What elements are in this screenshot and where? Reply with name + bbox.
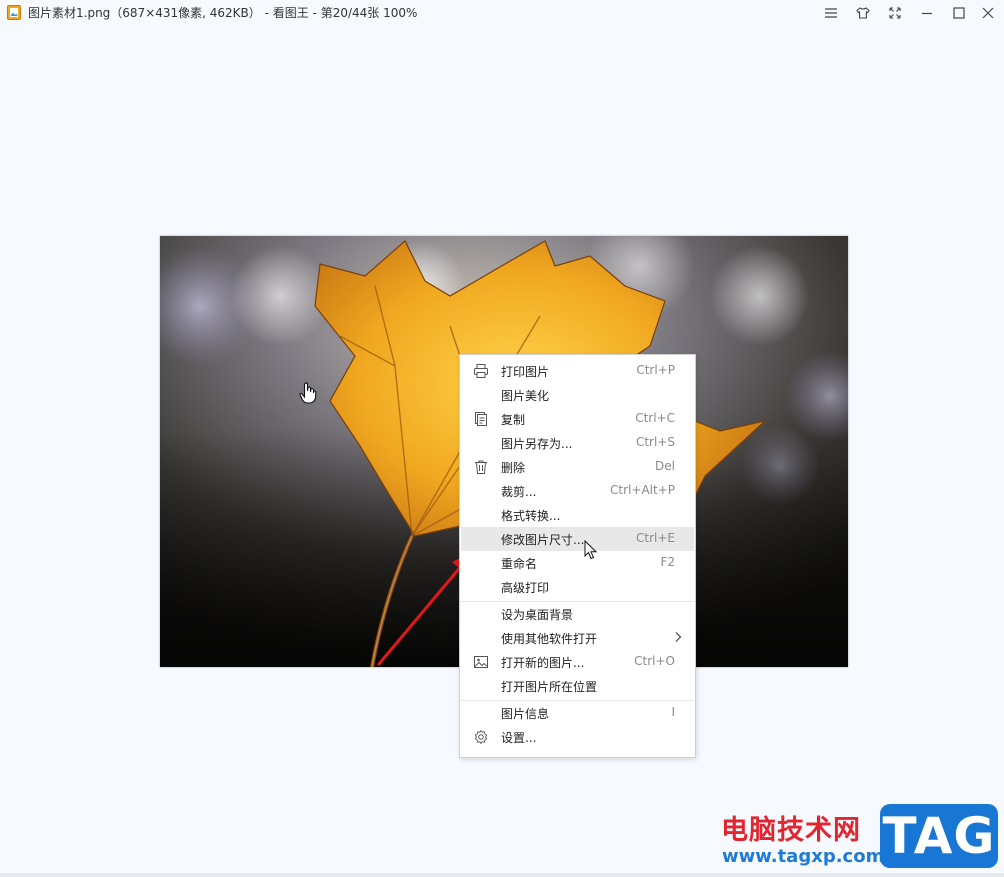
mouse-pointer-icon bbox=[584, 539, 598, 565]
menu-icon[interactable] bbox=[815, 0, 847, 26]
title-bar: 图片素材1.png（687×431像素, 462KB） - 看图王 - 第20/… bbox=[0, 0, 1004, 28]
menu-item-resize[interactable]: 修改图片尺寸... Ctrl+E bbox=[461, 527, 694, 551]
menu-item-advanced-print[interactable]: 高级打印 bbox=[461, 575, 694, 599]
menu-item-set-wallpaper[interactable]: 设为桌面背景 bbox=[461, 602, 694, 626]
minimize-icon[interactable] bbox=[911, 0, 943, 26]
watermark-url: www.tagxp.com bbox=[722, 846, 885, 867]
menu-item-print[interactable]: 打印图片 Ctrl+P bbox=[461, 359, 694, 383]
maximize-icon[interactable] bbox=[943, 0, 975, 26]
close-icon[interactable] bbox=[972, 0, 1004, 26]
window-title: 图片素材1.png（687×431像素, 462KB） - 看图王 - 第20/… bbox=[28, 6, 418, 20]
watermark-site-name: 电脑技术网 bbox=[721, 815, 861, 846]
menu-item-open-with[interactable]: 使用其他软件打开 bbox=[461, 626, 694, 650]
gear-icon bbox=[473, 729, 489, 745]
menu-item-delete[interactable]: 删除 Del bbox=[461, 455, 694, 479]
bottom-border bbox=[0, 873, 1004, 877]
context-menu: 打印图片 Ctrl+P 图片美化 复制 Ctrl+C 图片另存为... Ctrl… bbox=[459, 354, 696, 758]
menu-item-image-info[interactable]: 图片信息 I bbox=[461, 701, 694, 725]
menu-item-save-as[interactable]: 图片另存为... Ctrl+S bbox=[461, 431, 694, 455]
fullscreen-icon[interactable] bbox=[879, 0, 911, 26]
image-viewer-app-icon bbox=[7, 5, 21, 20]
menu-item-crop[interactable]: 裁剪... Ctrl+Alt+P bbox=[461, 479, 694, 503]
menu-item-copy[interactable]: 复制 Ctrl+C bbox=[461, 407, 694, 431]
menu-item-open-new[interactable]: 打开新的图片... Ctrl+O bbox=[461, 650, 694, 674]
copy-icon bbox=[473, 411, 489, 427]
hand-cursor-icon bbox=[299, 382, 317, 408]
printer-icon bbox=[473, 363, 489, 379]
menu-item-open-location[interactable]: 打开图片所在位置 bbox=[461, 674, 694, 698]
chevron-right-icon bbox=[674, 631, 682, 646]
menu-item-beautify[interactable]: 图片美化 bbox=[461, 383, 694, 407]
trash-icon bbox=[473, 459, 489, 475]
skin-icon[interactable] bbox=[847, 0, 879, 26]
menu-item-settings[interactable]: 设置... bbox=[461, 725, 694, 749]
menu-item-format-convert[interactable]: 格式转换... bbox=[461, 503, 694, 527]
picture-icon bbox=[473, 654, 489, 670]
menu-item-rename[interactable]: 重命名 F2 bbox=[461, 551, 694, 575]
watermark-badge: TAG bbox=[880, 804, 998, 868]
